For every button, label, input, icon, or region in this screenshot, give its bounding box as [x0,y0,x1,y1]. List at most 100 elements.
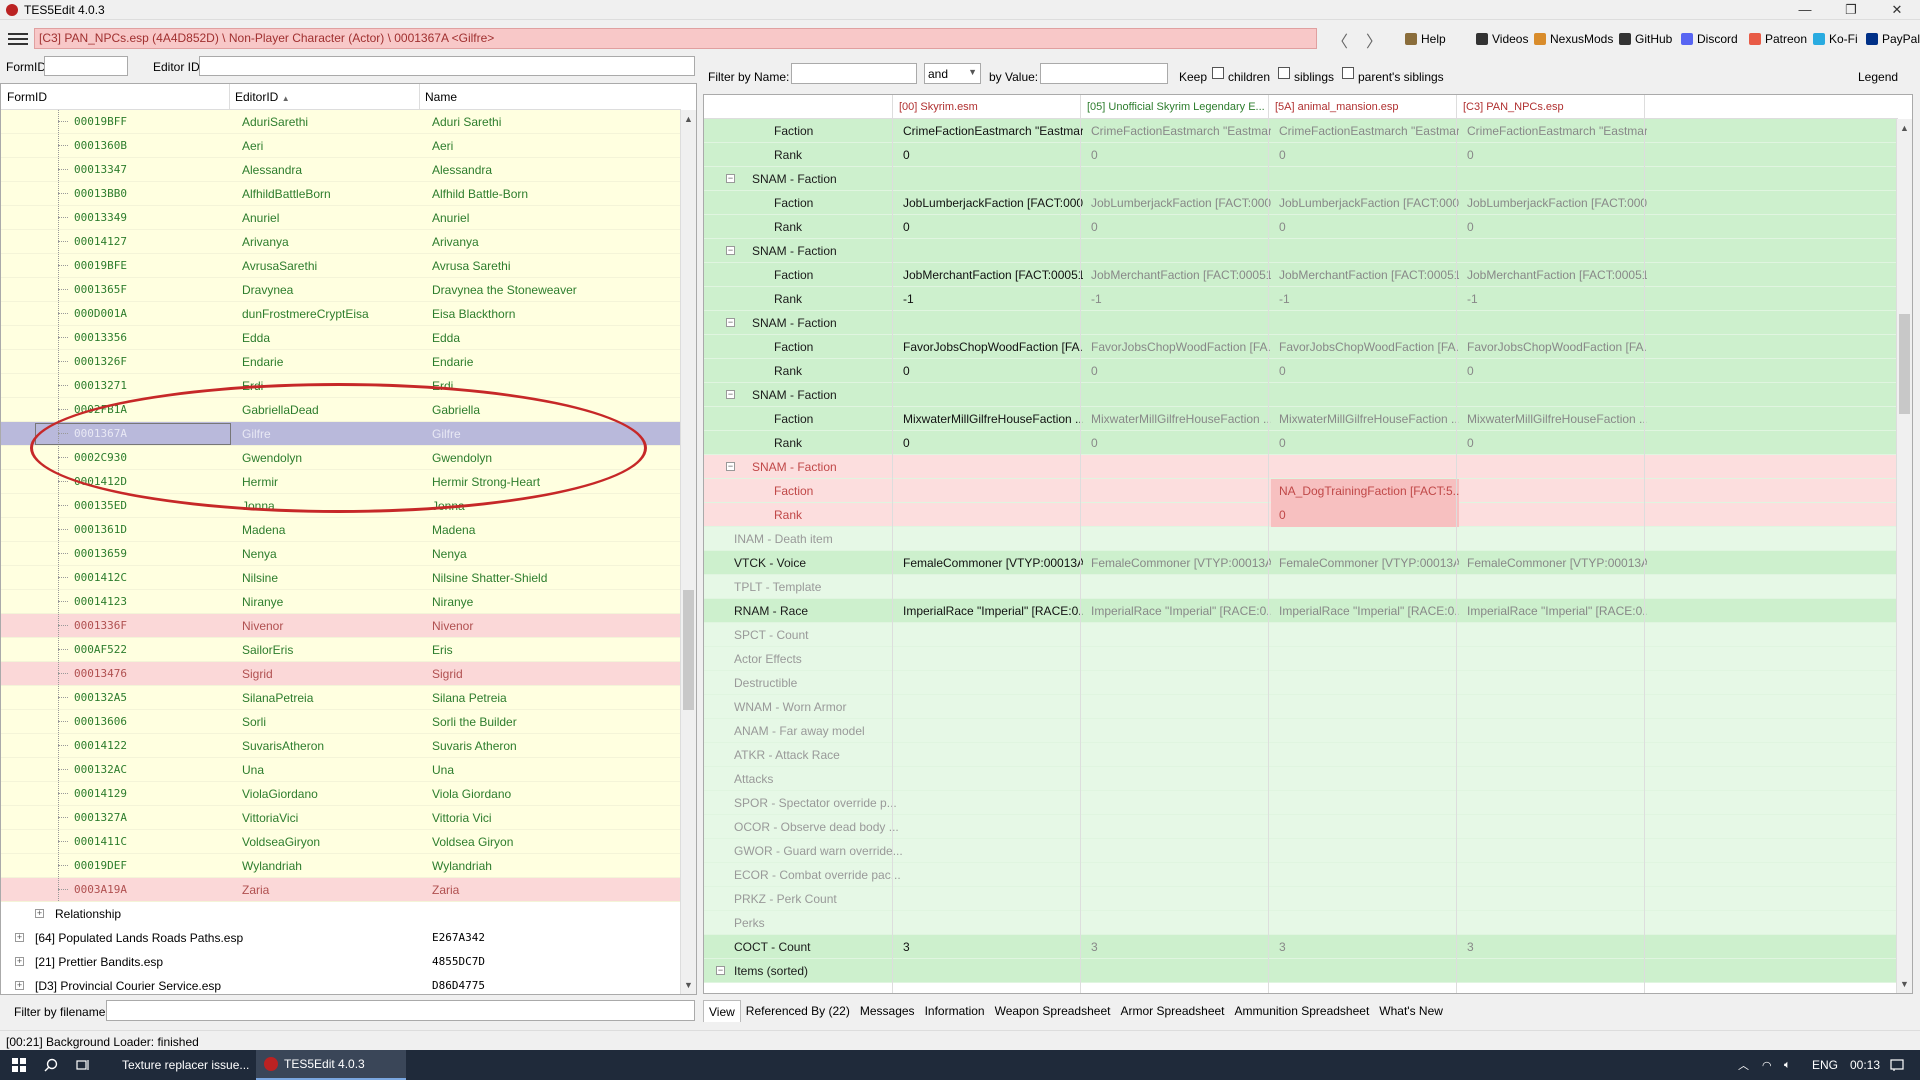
table-row[interactable]: 00019DEF Wylandriah Wylandriah [1,854,681,878]
tab-information[interactable]: Information [920,1000,990,1022]
field-row[interactable]: ECOR - Combat override pac... [704,863,1898,887]
table-row[interactable]: 000AF522 SailorEris Eris [1,638,681,662]
link-nexusmods[interactable]: NexusMods [1534,32,1613,46]
field-row[interactable]: PRKZ - Perk Count [704,887,1898,911]
table-row[interactable]: 0001412D Hermir Hermir Strong-Heart [1,470,681,494]
collapse-icon[interactable]: − [726,390,735,399]
table-row[interactable]: 0001412C Nilsine Nilsine Shatter-Shield [1,566,681,590]
column-pan-npcs[interactable]: [C3] PAN_NPCs.esp [1463,101,1643,113]
field-row[interactable]: OCOR - Observe dead body ... [704,815,1898,839]
collapse-icon[interactable]: − [716,966,725,975]
tab-referenced-by-22[interactable]: Referenced By (22) [741,1000,855,1022]
field-row[interactable]: − SNAM - Faction [704,455,1898,479]
field-row[interactable]: Rank 0 0 0 0 [704,215,1898,239]
column-formid[interactable]: FormID [7,90,47,104]
table-row[interactable]: 000D001A dunFrostmereCryptEisa Eisa Blackt… [1,302,681,326]
legend-button[interactable]: Legend [1858,70,1898,84]
scroll-up-icon[interactable]: ▲ [1900,123,1909,133]
table-row[interactable]: 00013BB0 AlfhildBattleBorn Alfhild Battle-… [1,182,681,206]
tray-chevron-icon[interactable]: ︿ [1738,1050,1749,1080]
filter-operator-select[interactable]: and ▼ [924,63,981,84]
link-discord[interactable]: Discord [1681,32,1738,46]
record-path[interactable]: [C3] PAN_NPCs.esp (4A4D852D) \ Non-Playe… [34,28,1317,49]
taskbar-app[interactable]: TES5Edit 4.0.3 [256,1050,406,1080]
tab-messages[interactable]: Messages [855,1000,920,1022]
field-row[interactable]: − SNAM - Faction [704,383,1898,407]
table-row[interactable]: 00019BFE AvrusaSarethi Avrusa Sarethi [1,254,681,278]
start-icon[interactable] [12,1050,26,1080]
field-row[interactable]: Actor Effects [704,647,1898,671]
table-row[interactable]: 0002FB1A GabriellaDead Gabriella [1,398,681,422]
table-row[interactable]: 0001361D Madena Madena [1,518,681,542]
table-row[interactable]: 0001411C VoldseaGiryon Voldsea Giryon [1,830,681,854]
table-row[interactable]: 00013271 Erdi Erdi [1,374,681,398]
table-row[interactable]: 0001367A Gilfre Gilfre [1,422,681,446]
field-row[interactable]: ATKR - Attack Race [704,743,1898,767]
field-row[interactable]: Attacks [704,767,1898,791]
column-animal-mansion[interactable]: [5A] animal_mansion.esp [1275,101,1455,113]
field-row[interactable]: Faction MixwaterMillGilfreHouseFaction ..… [704,407,1898,431]
link-github[interactable]: GitHub [1619,32,1672,46]
table-row[interactable]: 00013356 Edda Edda [1,326,681,350]
taskbar-app[interactable]: Texture replacer issue... [108,1050,252,1080]
field-row[interactable]: RNAM - Race ImperialRace "Imperial" [RACE… [704,599,1898,623]
clock[interactable]: 00:13 [1850,1050,1880,1080]
field-row[interactable]: Rank 0 0 0 0 [704,143,1898,167]
tab-weapon-spreadsheet[interactable]: Weapon Spreadsheet [990,1000,1116,1022]
field-row[interactable]: GWOR - Guard warn override... [704,839,1898,863]
field-row[interactable]: TPLT - Template [704,575,1898,599]
table-row[interactable]: 0001365F Dravynea Dravynea the Stoneweaver [1,278,681,302]
link-videos[interactable]: Videos [1476,32,1528,46]
collapse-icon[interactable]: − [726,318,735,327]
collapse-icon[interactable]: − [726,246,735,255]
link-help[interactable]: Help [1405,32,1446,46]
field-row[interactable]: Rank -1 -1 -1 -1 [704,287,1898,311]
field-row[interactable]: Perks [704,911,1898,935]
column-editorid[interactable]: EditorID ▲ [235,90,290,104]
column-skyrim-esm[interactable]: [00] Skyrim.esm [899,101,1079,113]
field-row[interactable]: COCT - Count 3 3 3 3 [704,935,1898,959]
scroll-thumb[interactable] [683,590,694,710]
plugin-row[interactable]: + [64] Populated Lands Roads Paths.esp E26… [1,926,681,950]
right-scrollbar[interactable]: ▲ ▼ [1896,119,1912,993]
menu-icon[interactable] [8,31,28,47]
scroll-up-icon[interactable]: ▲ [684,114,693,124]
filter-value-input[interactable] [1040,63,1168,84]
group-row[interactable]: + Relationship [1,902,681,926]
field-row[interactable]: − SNAM - Faction [704,239,1898,263]
table-row[interactable]: 0001336F Nivenor Nivenor [1,614,681,638]
expand-icon[interactable]: + [35,909,44,918]
scroll-thumb[interactable] [1899,314,1910,414]
table-row[interactable]: 00014122 SuvarisAtheron Suvaris Atheron [1,734,681,758]
table-row[interactable]: 0001326F Endarie Endarie [1,350,681,374]
table-row[interactable]: 00013349 Anuriel Anuriel [1,206,681,230]
parents-siblings-checkbox[interactable] [1342,67,1354,79]
table-row[interactable]: 00013659 Nenya Nenya [1,542,681,566]
tab-view[interactable]: View [703,1000,741,1022]
tab-armor-spreadsheet[interactable]: Armor Spreadsheet [1115,1000,1229,1022]
field-row[interactable]: − Items (sorted) [704,959,1898,983]
field-row[interactable]: Destructible [704,671,1898,695]
filter-name-input[interactable] [791,63,917,84]
field-row[interactable]: Faction JobMerchantFaction [FACT:00051...… [704,263,1898,287]
collapse-icon[interactable]: − [726,174,735,183]
scroll-down-icon[interactable]: ▼ [1900,979,1909,989]
children-checkbox[interactable] [1212,67,1224,79]
field-row[interactable]: Rank 0 0 0 0 [704,431,1898,455]
collapse-icon[interactable]: − [726,462,735,471]
plugin-row[interactable]: + [21] Prettier Bandits.esp 4855DC7D [1,950,681,974]
filename-filter-input[interactable] [106,1000,695,1021]
field-row[interactable]: − SNAM - Faction [704,167,1898,191]
table-row[interactable]: 00014123 Niranye Niranye [1,590,681,614]
field-row[interactable]: VTCK - Voice FemaleCommoner [VTYP:00013A.… [704,551,1898,575]
field-row[interactable]: Rank 0 [704,503,1898,527]
search-icon[interactable] [44,1050,58,1080]
volume-icon[interactable]: 🔈︎ [1784,1050,1791,1080]
expand-icon[interactable]: + [15,981,24,990]
network-icon[interactable]: ◠ [1762,1050,1772,1080]
field-row[interactable]: WNAM - Worn Armor [704,695,1898,719]
plugin-row[interactable]: + [D3] Provincial Courier Service.esp D86D… [1,974,681,994]
field-row[interactable]: Faction FavorJobsChopWoodFaction [FA... Fa… [704,335,1898,359]
close-button[interactable]: ✕ [1874,0,1920,20]
language-indicator[interactable]: ENG [1812,1050,1838,1080]
